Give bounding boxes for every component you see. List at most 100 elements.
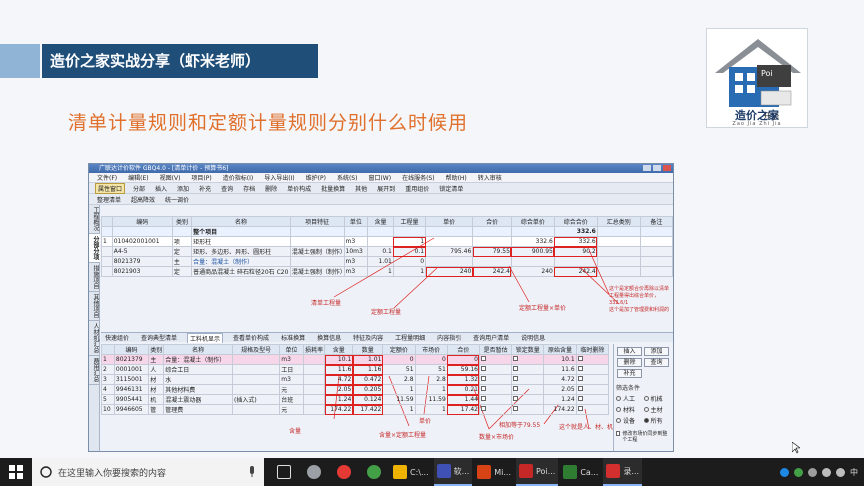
cell: 9946131	[113, 384, 150, 395]
table-header-row: 编码 类别 名称 规格及型号 单位 损耗率 含量 数量 定额价 市场价 合价 是…	[101, 344, 610, 355]
windows-taskbar: 在这里输入你要搜索的内容 C:\... 软... Mi... Poi... Ca…	[0, 458, 864, 486]
tab-content-guide[interactable]: 内容指引	[435, 333, 463, 342]
tab-quantity-detail[interactable]: 工程量明细	[393, 333, 427, 342]
microphone-icon[interactable]	[248, 466, 256, 478]
app-label: Poi...	[536, 466, 556, 476]
checkbox[interactable]	[513, 376, 519, 381]
tab-typical-bill[interactable]: 查询典型清单	[139, 333, 179, 342]
taskbar-app[interactable]: Ca...	[560, 458, 601, 486]
checkbox[interactable]	[480, 386, 486, 391]
radio-icon[interactable]	[616, 396, 621, 401]
delete-button[interactable]: 删除	[617, 358, 642, 367]
filter-option-material[interactable]: 材料	[616, 405, 644, 414]
tab-features[interactable]: 特征及内容	[351, 333, 385, 342]
checkbox[interactable]	[480, 366, 486, 371]
table-row[interactable]: 2 0001001 人 综合工日 工日 11.6 1.16 51 51 59.1…	[101, 364, 610, 375]
cell	[478, 394, 513, 405]
checkbox[interactable]	[513, 386, 519, 391]
tab-labor-material[interactable]: 工料机显示	[187, 332, 224, 343]
radio-icon[interactable]	[643, 407, 649, 412]
filter-option-equipment[interactable]: 设备	[616, 416, 644, 425]
checkbox[interactable]	[577, 356, 583, 361]
cell	[575, 374, 610, 385]
table-header	[101, 344, 115, 355]
table-row[interactable]: 10 9946605 管 管理费 元 174.22 17.422 1 1 17.…	[101, 404, 610, 415]
checkbox[interactable]	[577, 386, 583, 391]
cell: 2.05	[324, 384, 354, 395]
tab-standard-conversion[interactable]: 标准换算	[279, 333, 307, 342]
checkbox[interactable]	[480, 356, 486, 361]
taskbar-app[interactable]	[300, 458, 328, 486]
checkbox[interactable]	[480, 396, 486, 401]
checkbox[interactable]	[513, 356, 519, 361]
cell	[511, 404, 545, 415]
start-button[interactable]	[0, 458, 32, 486]
cell: 0	[382, 354, 416, 365]
taskbar-app[interactable]	[330, 458, 358, 486]
tab-quick-price[interactable]: 快速组价	[103, 333, 131, 342]
cell: 1.32	[446, 374, 480, 385]
checkbox[interactable]	[480, 376, 486, 381]
checkbox[interactable]	[513, 406, 519, 411]
radio-icon[interactable]	[616, 418, 621, 423]
table-header: 数量	[352, 344, 384, 355]
checkbox[interactable]	[480, 406, 486, 411]
insert-button[interactable]: 插入	[617, 347, 642, 356]
cell: 51	[382, 364, 416, 375]
cell	[231, 404, 281, 415]
checkbox[interactable]	[577, 376, 583, 381]
supplement-button[interactable]: 补充	[617, 369, 642, 378]
volume-icon[interactable]	[836, 467, 845, 477]
tab-price-structure[interactable]: 查看单价构成	[231, 333, 271, 342]
checkbox[interactable]	[577, 396, 583, 401]
task-view-icon[interactable]	[270, 458, 298, 486]
cell: m3	[279, 354, 304, 365]
tab-conversion-info[interactable]: 换算信息	[315, 333, 343, 342]
input-method-indicator[interactable]: 中	[850, 467, 858, 478]
taskbar-app[interactable]	[360, 458, 388, 486]
detail-tabbar: 快速组价 查询典型清单 工料机显示 查看单价构成 标准换算 换算信息 特征及内容…	[101, 332, 673, 343]
logo-poi-text: Poi	[761, 69, 773, 78]
taskbar-app[interactable]: C:\...	[390, 458, 432, 486]
filter-option-machine[interactable]: 机械	[643, 394, 672, 403]
filter-title: 筛选条件	[616, 385, 641, 392]
table-row[interactable]: 3 3115001 材 水 m3 4.72 0.472 2.8 2.8 1.32…	[101, 374, 610, 385]
tray-icon[interactable]	[808, 467, 817, 477]
cell: 0.21	[446, 384, 480, 395]
query-button[interactable]: 查询	[644, 358, 669, 367]
cell: 1	[101, 354, 115, 365]
tray-icon[interactable]	[780, 467, 789, 477]
filter-option-main-material[interactable]: 主材	[643, 405, 672, 414]
table-row[interactable]: 5 9905441 机 混凝土震动器 (插入式) 台班 1.24 0.124 1…	[101, 394, 610, 405]
cell	[575, 354, 610, 365]
radio-icon[interactable]	[643, 396, 649, 401]
network-icon[interactable]	[822, 467, 831, 477]
checkbox[interactable]	[577, 366, 583, 371]
sync-market-price-option[interactable]: 修改市场价同步到整个工程	[616, 431, 671, 443]
cell: 3	[101, 374, 115, 385]
checkbox[interactable]	[577, 406, 583, 411]
checkbox[interactable]	[616, 431, 621, 436]
taskbar-search[interactable]: 在这里输入你要搜索的内容	[32, 458, 264, 486]
filter-option-labor[interactable]: 人工	[616, 394, 644, 403]
taskbar-app[interactable]: 软...	[433, 458, 473, 486]
cell: 0.205	[352, 384, 384, 395]
radio-icon[interactable]	[643, 418, 649, 423]
cell: 3115001	[113, 374, 150, 385]
table-row[interactable]: 4 9946131 材 其他材料费 元 2.05 0.205 1 1 0.21 …	[101, 384, 610, 395]
table-header: 类别	[148, 344, 165, 355]
option-label: 所有	[650, 418, 663, 425]
add-button[interactable]: 添加	[644, 347, 669, 356]
filter-option-all[interactable]: 所有	[643, 416, 672, 425]
tray-icon[interactable]	[794, 467, 803, 477]
taskbar-app[interactable]: Poi...	[516, 458, 559, 486]
checkbox[interactable]	[513, 366, 519, 371]
checkbox[interactable]	[513, 396, 519, 401]
tab-user-bill[interactable]: 查询用户清单	[471, 333, 511, 342]
taskbar-app[interactable]: 录...	[603, 458, 643, 486]
tab-description[interactable]: 说明信息	[519, 333, 547, 342]
radio-icon[interactable]	[616, 407, 621, 412]
table-row[interactable]: 1 8021379 主 合量：混凝土（制作） m3 10.1 1.01 0 0 …	[101, 354, 610, 365]
taskbar-app[interactable]: Mi...	[474, 458, 514, 486]
pricing-software-window: 广联达计价软件 GBQ4.0 - [清单计价 - 预算书6] 文件(F) 编辑(…	[88, 163, 674, 452]
